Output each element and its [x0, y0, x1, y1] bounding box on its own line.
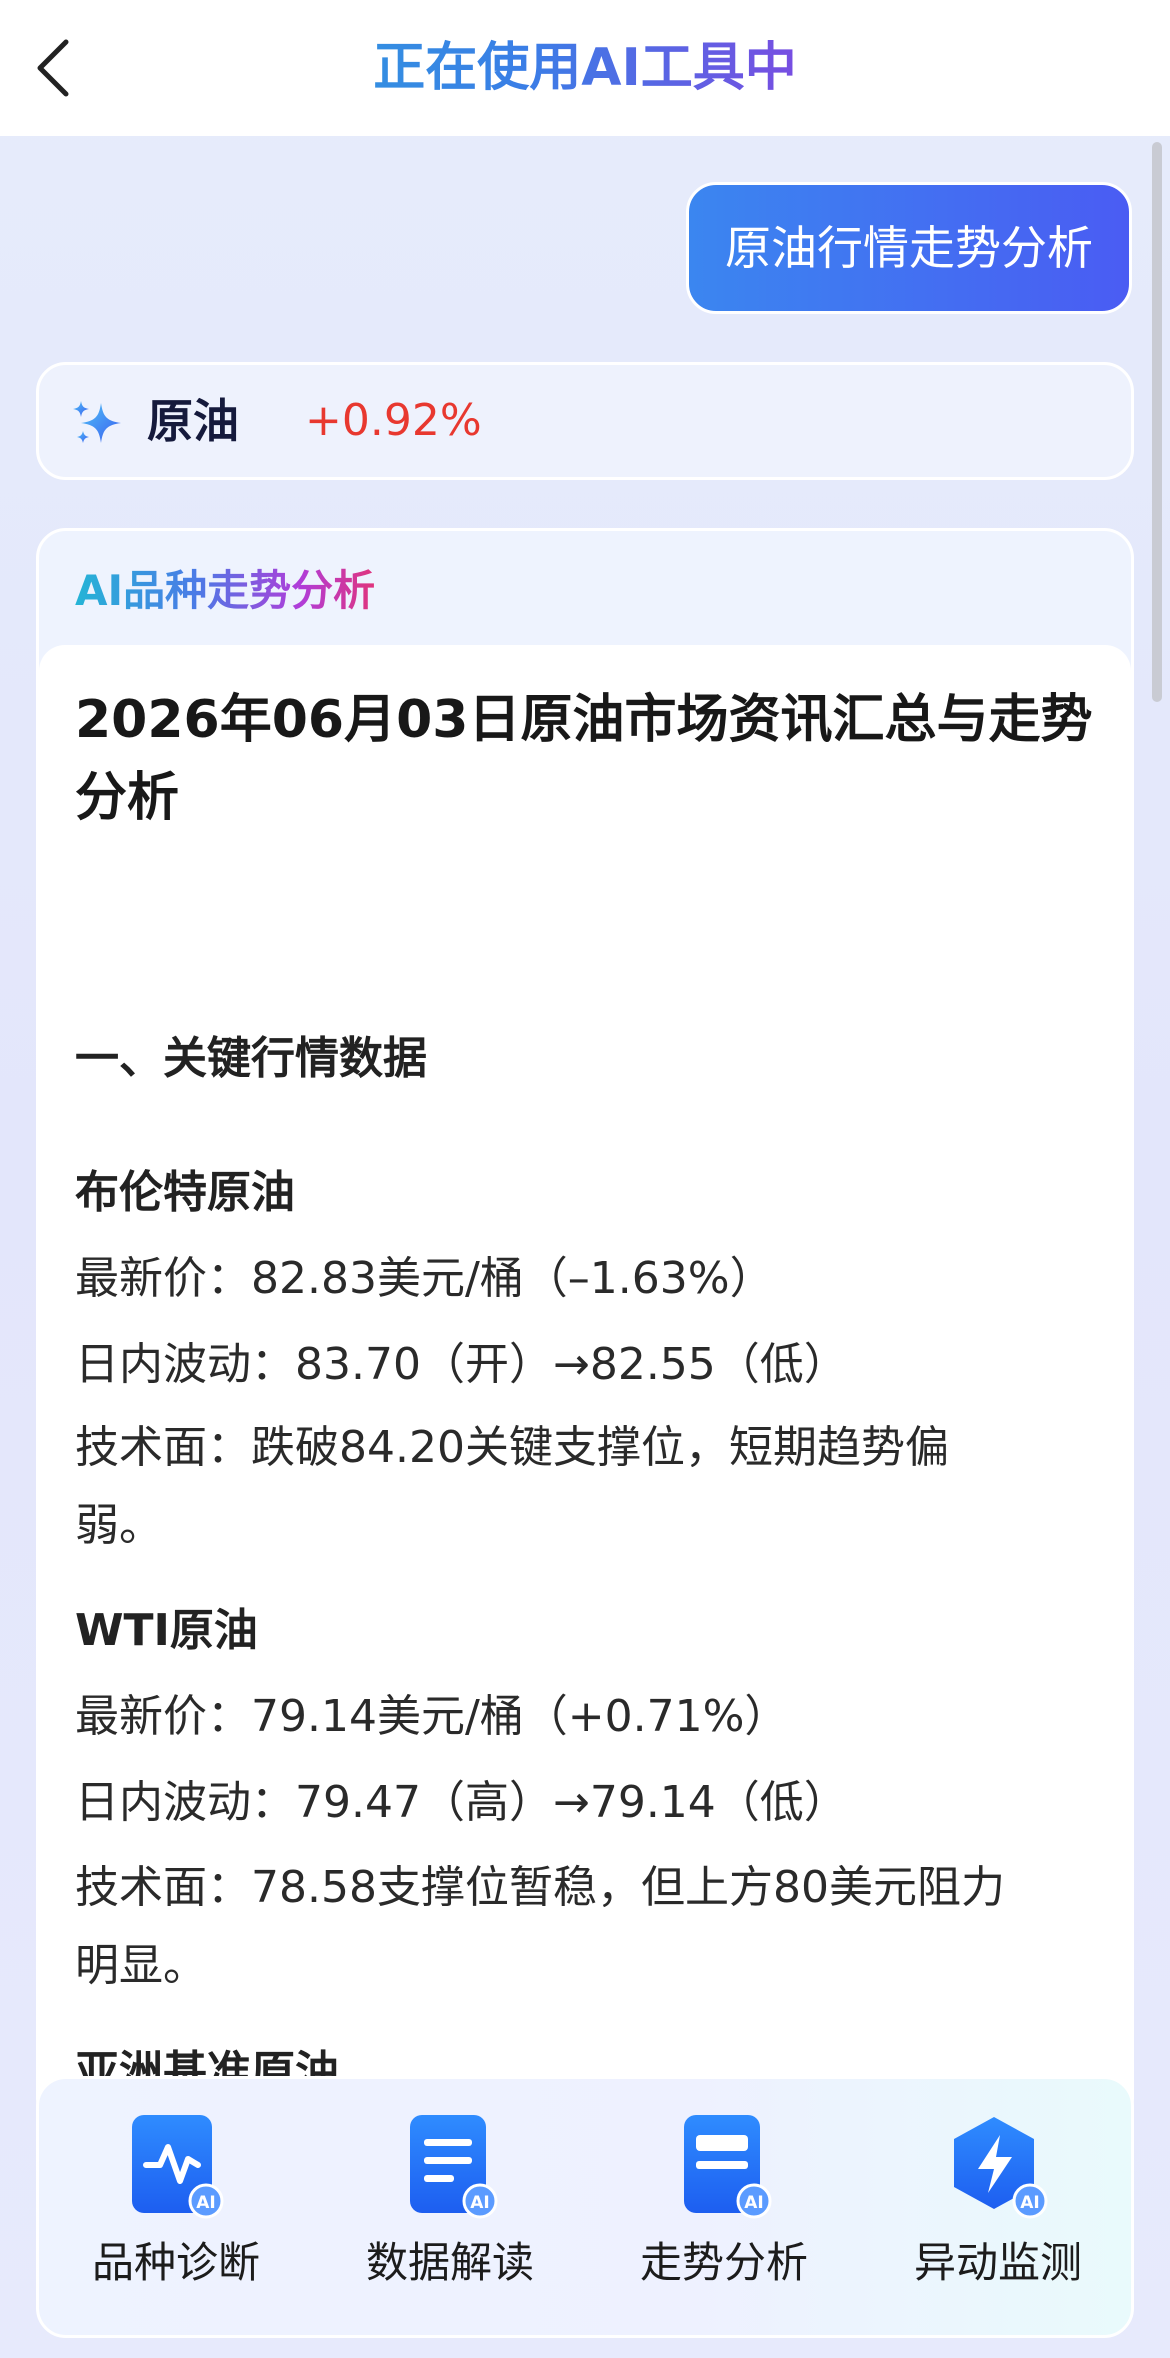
- tool-label: 数据解读: [365, 2238, 534, 2287]
- svg-text:AI: AI: [744, 2193, 763, 2213]
- svg-text:AI: AI: [470, 2193, 489, 2213]
- wti-heading: WTI原油: [75, 1605, 258, 1656]
- tool-label: 走势分析: [639, 2238, 808, 2287]
- tool-label: 品种诊断: [91, 2238, 260, 2287]
- analysis-card: AI品种走势分析 2026年06月03日原油市场资讯汇总与走势分析 一、关键行情…: [36, 528, 1134, 2128]
- svg-text:AI: AI: [1020, 2193, 1039, 2213]
- wti-range: 日内波动：79.47（高）→79.14（低）: [75, 1777, 848, 1828]
- report-title: 2026年06月03日原油市场资讯汇总与走势分析: [75, 690, 1093, 828]
- tool-label: 异动监测: [913, 2238, 1082, 2287]
- scrollbar[interactable]: [1152, 142, 1162, 702]
- document-lines-icon: AI: [410, 2115, 498, 2219]
- wti-price: 最新价：79.14美元/桶（+0.71%）: [75, 1691, 789, 1742]
- analysis-label: AI品种走势分析: [75, 561, 375, 621]
- wti-tech: 技术面：78.58支撑位暂稳，但上方80美元阻力明显。: [75, 1862, 1005, 1991]
- quote-change: +0.92%: [305, 395, 482, 446]
- brent-range: 日内波动：83.70（开）→82.55（低）: [75, 1339, 848, 1390]
- document-bars-icon: AI: [684, 2115, 772, 2219]
- tool-variety-diagnosis[interactable]: AI 品种诊断: [39, 2115, 313, 2315]
- analysis-body: 2026年06月03日原油市场资讯汇总与走势分析 一、关键行情数据 布伦特原油 …: [39, 645, 1131, 2125]
- ai-toolbar: AI 品种诊断 AI 数据解读 AI 走势分析 AI 异动监测: [36, 2076, 1134, 2338]
- quote-name: 原油: [147, 394, 239, 448]
- page-title: 正在使用AI工具中: [0, 36, 1170, 100]
- tool-anomaly-monitor[interactable]: AI 异动监测: [861, 2115, 1135, 2315]
- brent-price: 最新价：82.83美元/桶（–1.63%）: [75, 1253, 774, 1304]
- quote-card[interactable]: 原油 +0.92%: [36, 362, 1134, 480]
- tool-data-interpretation[interactable]: AI 数据解读: [313, 2115, 587, 2315]
- user-message-bubble: 原油行情走势分析: [686, 182, 1132, 314]
- lightning-hexagon-icon: AI: [954, 2117, 1048, 2219]
- top-bar: 正在使用AI工具中: [0, 0, 1170, 136]
- section-title: 一、关键行情数据: [75, 1033, 427, 1084]
- sparkle-icon: [73, 401, 121, 443]
- pulse-chart-icon: AI: [132, 2115, 224, 2219]
- svg-text:AI: AI: [196, 2193, 215, 2213]
- brent-heading: 布伦特原油: [75, 1167, 295, 1218]
- brent-tech: 技术面：跌破84.20关键支撑位，短期趋势偏弱。: [75, 1422, 949, 1551]
- tool-trend-analysis[interactable]: AI 走势分析: [587, 2115, 861, 2315]
